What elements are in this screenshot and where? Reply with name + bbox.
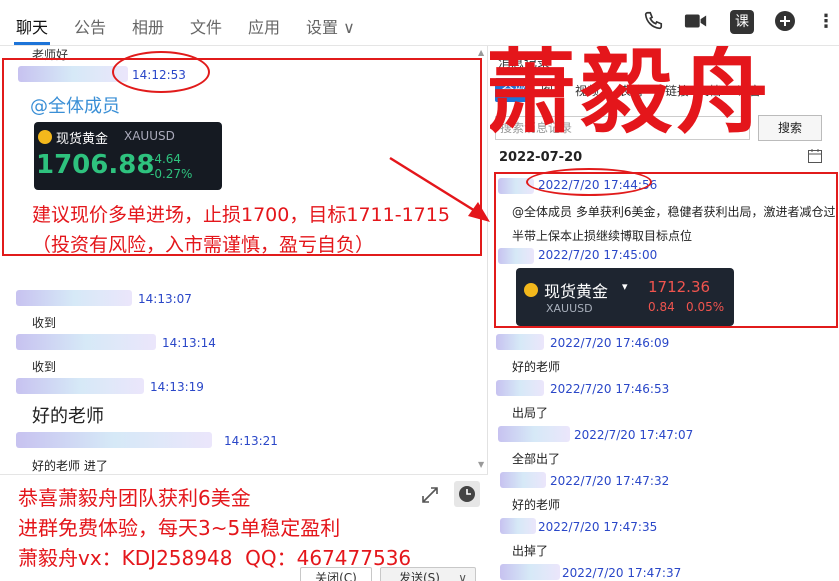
expand-icon[interactable] — [420, 485, 440, 509]
scroll-down-icon[interactable]: ▼ — [478, 460, 484, 469]
message-text: 好的老师 — [32, 406, 104, 427]
history-time: 2022/7/20 17:46:53 — [550, 382, 670, 396]
promo-line-2: 进群免费体验，每天3~5单稳定盈利 — [18, 516, 341, 540]
send-options-chevron-icon[interactable]: ∨ — [458, 568, 467, 581]
sender-name-blurred — [16, 432, 212, 448]
close-button[interactable]: 关闭(C) — [300, 567, 372, 581]
more-icon[interactable]: ⋮ — [814, 10, 838, 34]
history-time: 2022/7/20 17:47:35 — [538, 520, 658, 534]
plus-icon[interactable] — [773, 10, 797, 34]
sender-name-blurred — [496, 380, 544, 396]
active-tab-underline — [14, 42, 50, 45]
history-message-text: 出掉了 — [512, 544, 549, 558]
calendar-icon[interactable] — [807, 148, 823, 168]
history-time: 2022/7/20 17:47:07 — [574, 428, 694, 442]
history-message-text: 全部出了 — [512, 452, 561, 466]
sender-name-blurred — [500, 518, 536, 534]
history-clock-icon[interactable] — [454, 481, 480, 507]
history-time: 2022/7/20 17:46:09 — [550, 336, 670, 350]
message-time: 14:13:21 — [224, 434, 278, 448]
send-button[interactable]: 发送(S) ∨ — [380, 567, 476, 581]
tab-apps[interactable]: 应用 — [248, 14, 280, 38]
sender-name-blurred — [16, 378, 144, 394]
sender-name-blurred — [496, 334, 544, 350]
name-watermark: 萧毅舟 — [490, 46, 773, 146]
annotation-arrow — [389, 156, 490, 222]
message-text: 好的老师 进了 — [32, 459, 108, 473]
sender-name-blurred — [500, 472, 546, 488]
phone-icon[interactable] — [641, 10, 665, 34]
sender-name-blurred — [500, 564, 560, 580]
message-text: 收到 — [32, 360, 57, 374]
annotation-box — [494, 172, 838, 328]
video-icon[interactable] — [684, 10, 708, 34]
message-time: 14:13:19 — [150, 380, 204, 394]
message-history-panel: 消息记录 全部 图片 视频 表情 链接 文档 语音 搜索消息记录 搜索 萧毅舟 … — [490, 46, 839, 581]
history-message-text: 好的老师 — [512, 498, 561, 512]
message-time: 14:13:07 — [138, 292, 192, 306]
sender-name-blurred — [16, 334, 156, 350]
history-time: 2022/7/20 17:47:37 — [562, 566, 682, 580]
top-tab-bar: 聊天 公告 相册 文件 应用 设置 ∨ 课 ⋮ — [0, 0, 839, 46]
history-date-header: 2022-07-20 — [499, 150, 583, 165]
scroll-up-icon[interactable]: ▲ — [478, 48, 484, 57]
promo-line-1: 恭喜萧毅舟团队获利6美金 — [18, 486, 251, 510]
sender-name-blurred — [16, 290, 132, 306]
tab-announcement[interactable]: 公告 — [74, 14, 106, 38]
course-icon[interactable]: 课 — [730, 10, 754, 34]
tab-album[interactable]: 相册 — [132, 14, 164, 38]
history-message-text: 出局了 — [512, 406, 549, 420]
message-text: 收到 — [32, 316, 57, 330]
message-time: 14:13:14 — [162, 336, 216, 350]
tab-chat[interactable]: 聊天 — [16, 14, 48, 38]
history-time: 2022/7/20 17:47:32 — [550, 474, 670, 488]
sender-name-blurred — [498, 426, 570, 442]
tab-files[interactable]: 文件 — [190, 14, 222, 38]
send-button-label: 发送(S) — [399, 571, 440, 581]
message-input-area[interactable]: 恭喜萧毅舟团队获利6美金 进群免费体验，每天3~5单稳定盈利 萧毅舟vx：KDJ… — [0, 474, 488, 581]
tab-settings[interactable]: 设置 ∨ — [306, 14, 355, 38]
history-message-text: 好的老师 — [512, 360, 561, 374]
